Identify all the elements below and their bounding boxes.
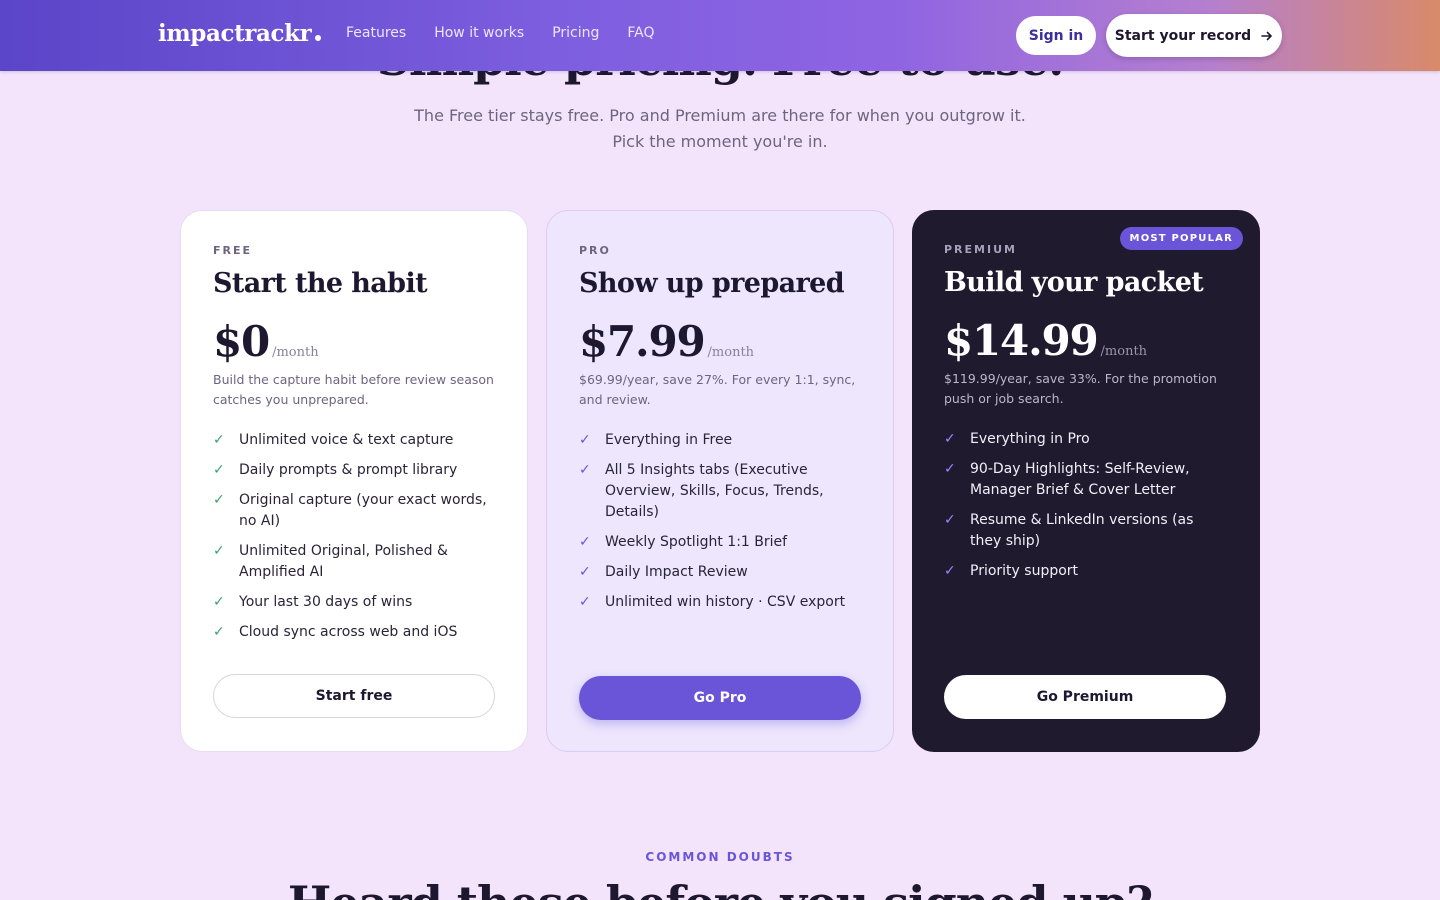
- sign-in-button[interactable]: Sign in: [1016, 16, 1096, 55]
- check-icon: ✓: [213, 624, 225, 640]
- feature-item: ✓ Original capture (your exact words, no …: [213, 490, 495, 532]
- feature-list: ✓ Unlimited voice & text capture ✓ Daily p…: [213, 430, 495, 643]
- nav-how-it-works[interactable]: How it works: [434, 25, 524, 41]
- main-nav: Features How it works Pricing FAQ: [346, 25, 655, 41]
- feature-text: Unlimited Original, Polished & Amplified…: [239, 543, 448, 580]
- plan-period: /month: [272, 345, 319, 360]
- feature-text: Weekly Spotlight 1:1 Brief: [605, 534, 788, 550]
- feature-text: Priority support: [970, 563, 1079, 579]
- logo[interactable]: impactrackr: [158, 20, 322, 47]
- plan-card-free: FREE Start the habit $0 /month Build the…: [180, 210, 528, 752]
- feature-text: Unlimited voice & text capture: [239, 432, 454, 448]
- check-icon: ✓: [944, 512, 956, 528]
- arrow-right-icon: [1261, 31, 1273, 40]
- price-row: $14.99 /month: [944, 316, 1228, 365]
- most-popular-badge: MOST POPULAR: [1119, 227, 1243, 250]
- feature-item: ✓ All 5 Insights tabs (Executive Overview…: [579, 460, 861, 523]
- check-icon: ✓: [213, 594, 225, 610]
- feature-text: Daily Impact Review: [605, 564, 748, 580]
- feature-text: Cloud sync across web and iOS: [239, 624, 458, 640]
- feature-text: Everything in Free: [605, 432, 733, 448]
- start-record-button[interactable]: Start your record: [1106, 14, 1282, 57]
- plan-note: Build the capture habit before review se…: [213, 372, 494, 407]
- doubts-eyebrow: COMMON DOUBTS: [645, 850, 795, 864]
- check-icon: ✓: [944, 431, 956, 447]
- go-premium-button[interactable]: Go Premium: [944, 675, 1226, 719]
- check-icon: ✓: [213, 432, 225, 448]
- feature-item: ✓ Your last 30 days of wins: [213, 592, 495, 613]
- feature-text: Daily prompts & prompt library: [239, 462, 458, 478]
- hero-subtitle-line2: Pick the moment you're in.: [612, 132, 828, 151]
- feature-list: ✓ Everything in Free ✓ All 5 Insights tabs…: [579, 430, 861, 613]
- feature-text: Original capture (your exact words, no A…: [239, 492, 487, 529]
- feature-item: ✓ Everything in Pro: [944, 429, 1228, 450]
- feature-text: 90-Day Highlights: Self-Review, Manager …: [970, 461, 1190, 498]
- plan-price: $14.99: [944, 316, 1099, 365]
- go-pro-button[interactable]: Go Pro: [579, 676, 861, 720]
- feature-text: Unlimited win history · CSV export: [605, 594, 846, 610]
- check-icon: ✓: [213, 492, 225, 508]
- price-row: $0 /month: [213, 317, 495, 366]
- logo-dot: [315, 35, 322, 41]
- feature-text: Everything in Pro: [970, 431, 1090, 447]
- plan-price: $7.99: [579, 317, 706, 366]
- plan-card-pro: PRO Show up prepared $7.99 /month $69.99…: [546, 210, 894, 752]
- feature-text: Your last 30 days of wins: [239, 594, 413, 610]
- check-icon: ✓: [579, 462, 591, 478]
- feature-item: ✓ Weekly Spotlight 1:1 Brief: [579, 532, 861, 553]
- site-header: impactrackr Features How it works Pricin…: [0, 0, 1440, 71]
- doubts-title: Heard these before you signed up?: [0, 876, 1440, 900]
- feature-item: ✓ Unlimited win history · CSV export: [579, 592, 861, 613]
- plan-title: Show up prepared: [579, 268, 845, 299]
- plan-tier: PRO: [579, 244, 611, 257]
- feature-text: Resume & LinkedIn versions (as they ship…: [970, 512, 1194, 549]
- feature-item: ✓ Unlimited Original, Polished & Amplifie…: [213, 541, 495, 583]
- plan-card-premium: MOST POPULAR PREMIUM Build your packet $…: [912, 210, 1260, 752]
- nav-features[interactable]: Features: [346, 25, 406, 41]
- plan-period: /month: [1100, 344, 1148, 359]
- plan-title: Start the habit: [213, 268, 428, 299]
- feature-text: All 5 Insights tabs (Executive Overview,…: [605, 462, 824, 520]
- nav-pricing[interactable]: Pricing: [552, 25, 599, 41]
- check-icon: ✓: [579, 534, 591, 550]
- plan-title: Build your packet: [944, 267, 1204, 298]
- start-free-button[interactable]: Start free: [213, 674, 495, 718]
- logo-text: impactrackr: [158, 20, 312, 47]
- check-icon: ✓: [944, 563, 956, 579]
- plan-period: /month: [707, 345, 755, 360]
- hero-subtitle: The Free tier stays free. Pro and Premiu…: [0, 103, 1440, 155]
- feature-item: ✓ 90-Day Highlights: Self-Review, Manager…: [944, 459, 1228, 501]
- start-record-label: Start your record: [1114, 27, 1252, 44]
- plan-note: $119.99/year, save 33%. For the promotio…: [944, 371, 1217, 406]
- nav-faq[interactable]: FAQ: [627, 25, 654, 41]
- check-icon: ✓: [579, 594, 591, 610]
- check-icon: ✓: [579, 564, 591, 580]
- feature-item: ✓ Priority support: [944, 561, 1228, 582]
- check-icon: ✓: [579, 432, 591, 448]
- feature-item: ✓ Everything in Free: [579, 430, 861, 451]
- feature-item: ✓ Daily Impact Review: [579, 562, 861, 583]
- check-icon: ✓: [213, 543, 225, 559]
- feature-item: ✓ Daily prompts & prompt library: [213, 460, 495, 481]
- feature-item: ✓ Cloud sync across web and iOS: [213, 622, 495, 643]
- feature-item: ✓ Resume & LinkedIn versions (as they shi…: [944, 510, 1228, 552]
- check-icon: ✓: [944, 461, 956, 477]
- feature-list: ✓ Everything in Pro ✓ 90-Day Highlights: S…: [944, 429, 1228, 582]
- hero-subtitle-line1: The Free tier stays free. Pro and Premiu…: [414, 106, 1026, 125]
- feature-item: ✓ Unlimited voice & text capture: [213, 430, 495, 451]
- check-icon: ✓: [213, 462, 225, 478]
- plan-price: $0: [213, 317, 270, 366]
- plan-tier: FREE: [213, 244, 253, 257]
- price-row: $7.99 /month: [579, 317, 861, 366]
- plan-note: $69.99/year, save 27%. For every 1:1, sy…: [579, 372, 856, 407]
